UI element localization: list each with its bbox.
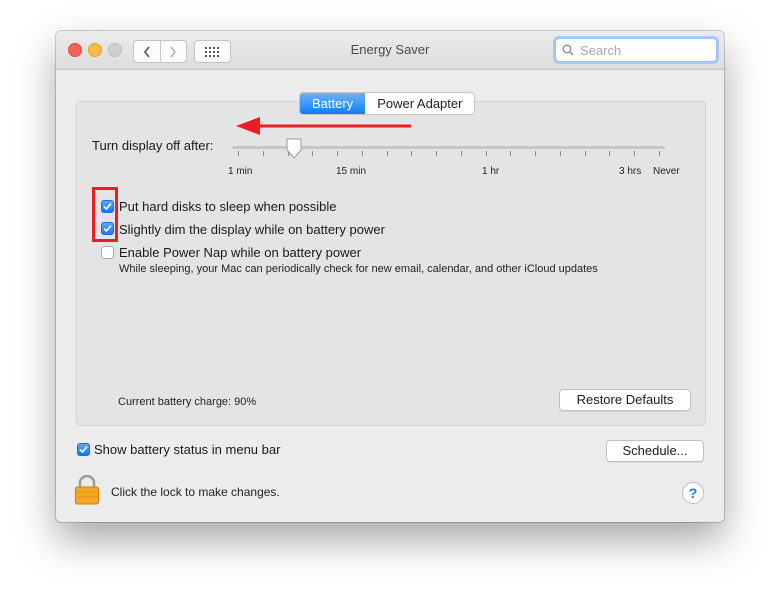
schedule-button[interactable]: Schedule... xyxy=(606,440,704,462)
slider-tick xyxy=(436,151,437,156)
slider-tick xyxy=(238,151,239,156)
energy-saver-window: Energy Saver Battery Power Adapter Turn … xyxy=(56,31,724,522)
tick-label-3hrs: 3 hrs xyxy=(619,166,642,177)
checkmark-icon xyxy=(103,203,112,211)
restore-defaults-button[interactable]: Restore Defaults xyxy=(559,389,691,411)
tab-battery[interactable]: Battery xyxy=(300,93,366,114)
power-nap-checkbox[interactable] xyxy=(101,246,114,259)
slider-tick xyxy=(461,151,462,156)
hard-disk-sleep-label: Put hard disks to sleep when possible xyxy=(119,199,337,214)
back-icon xyxy=(143,46,150,57)
lock-label: Click the lock to make changes. xyxy=(111,485,280,499)
display-off-label: Turn display off after: xyxy=(92,138,214,153)
forward-button[interactable] xyxy=(159,41,187,62)
slider-tick xyxy=(535,151,536,156)
search-icon xyxy=(562,44,574,56)
slider-tick xyxy=(659,151,660,156)
checkmark-icon xyxy=(103,225,112,233)
menu-bar-status-checkbox[interactable] xyxy=(77,443,90,456)
slider-tick xyxy=(263,151,264,156)
tick-label-1min: 1 min xyxy=(228,166,253,177)
forward-icon xyxy=(170,46,177,57)
slider-tick xyxy=(337,151,338,156)
power-nap-description: While sleeping, your Mac can periodicall… xyxy=(119,263,598,275)
tab-power-adapter[interactable]: Power Adapter xyxy=(365,93,474,114)
help-button[interactable]: ? xyxy=(682,482,704,504)
show-all-button[interactable] xyxy=(194,40,231,63)
lock-icon[interactable] xyxy=(74,475,100,505)
slider-tick xyxy=(486,151,487,156)
tick-label-never: Never xyxy=(653,166,680,177)
slider-tick xyxy=(585,151,586,156)
navigation-buttons xyxy=(133,40,187,63)
zoom-button[interactable] xyxy=(108,43,122,57)
slider-tick xyxy=(411,151,412,156)
hard-disk-sleep-checkbox[interactable] xyxy=(101,200,114,213)
slider-tick xyxy=(560,151,561,156)
search-field[interactable] xyxy=(555,38,717,62)
dim-display-checkbox[interactable] xyxy=(101,222,114,235)
slider-tick xyxy=(312,151,313,156)
slider-tick xyxy=(609,151,610,156)
window-title: Energy Saver xyxy=(350,42,430,57)
slider-tick xyxy=(387,151,388,156)
close-button[interactable] xyxy=(68,43,82,57)
menu-bar-status-label: Show battery status in menu bar xyxy=(94,442,281,457)
power-nap-label: Enable Power Nap while on battery power xyxy=(119,245,362,260)
display-off-slider-thumb[interactable] xyxy=(285,138,303,160)
tick-label-1hr: 1 hr xyxy=(482,166,500,177)
tick-label-15min: 15 min xyxy=(336,166,367,177)
battery-charge-text: Current battery charge: 90% xyxy=(118,396,257,408)
title-bar: Energy Saver xyxy=(56,31,724,70)
slider-tick xyxy=(362,151,363,156)
tab-bar: Battery Power Adapter xyxy=(299,92,476,115)
grid-icon xyxy=(204,46,219,57)
annotation-arrow xyxy=(236,117,411,135)
checkmark-icon xyxy=(79,446,88,454)
back-button[interactable] xyxy=(134,41,160,62)
dim-display-label: Slightly dim the display while on batter… xyxy=(119,222,385,237)
search-input[interactable] xyxy=(578,41,712,59)
minimize-button[interactable] xyxy=(88,43,102,57)
slider-tick xyxy=(634,151,635,156)
slider-tick xyxy=(510,151,511,156)
